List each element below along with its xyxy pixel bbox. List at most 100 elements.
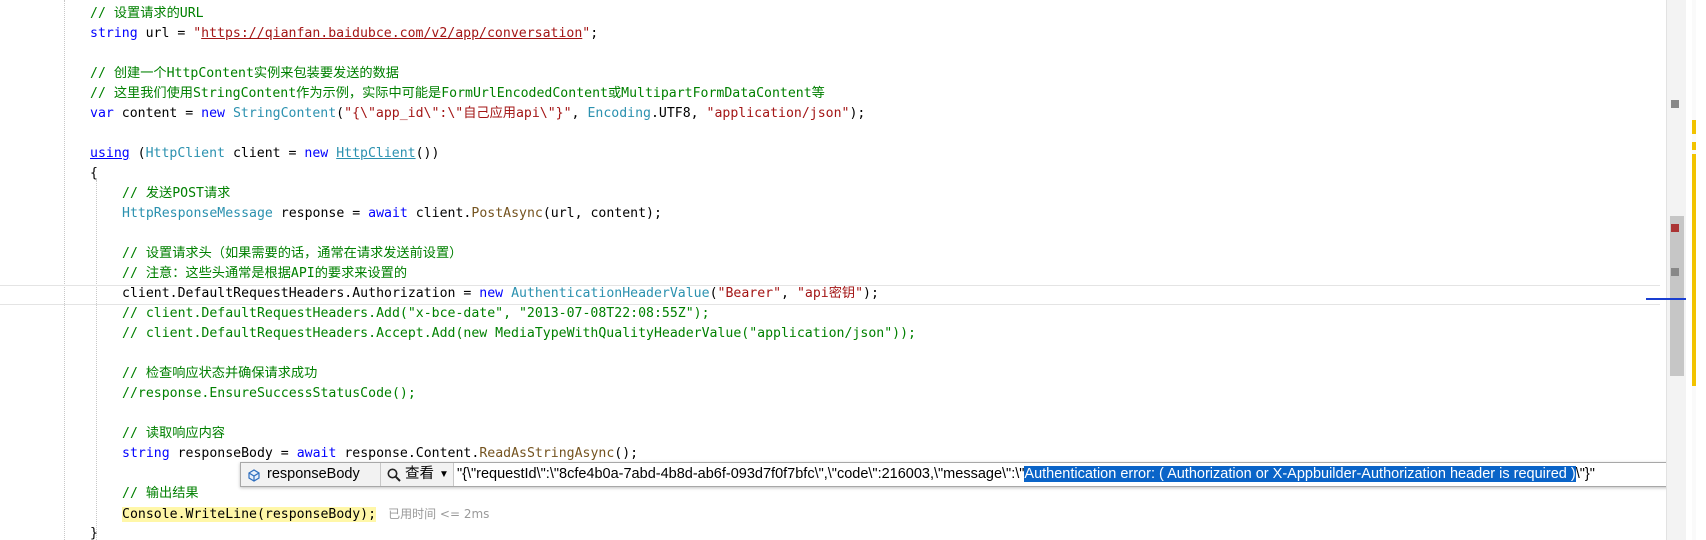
code-text: client.DefaultRequestHeaders.Authorizati… [122,286,480,301]
type-name: Encoding [587,106,651,121]
comment: // client.DefaultRequestHeaders.Accept.A… [122,326,916,341]
selected-text: Authentication error: ( Authorization or… [1024,466,1576,482]
code-text: ()) [415,146,440,161]
keyword: new [304,146,329,161]
code-line[interactable]: HttpResponseMessage response = await cli… [122,204,662,224]
comment: // 注意：这些头通常是根据API的要求来设置的 [122,266,408,281]
code-line[interactable]: using (HttpClient client = new HttpClien… [90,144,439,164]
indent-guide [96,180,97,540]
code-text: ( [709,286,718,301]
code-text: , [571,106,588,121]
code-text: response.Content. [336,446,480,461]
vertical-scrollbar[interactable] [1666,0,1687,540]
code-text: ; [590,26,599,41]
keyword: await [368,206,408,221]
current-statement: Console.WriteLine(responseBody); [122,507,377,522]
string: "api密钥" [796,286,864,301]
keyword: string [122,446,170,461]
code-line[interactable]: client.DefaultRequestHeaders.Authorizati… [122,284,879,304]
type-name: HttpResponseMessage [122,206,273,221]
code-line[interactable]: // 检查响应状态并确保请求成功 [122,364,317,384]
code-line-current-statement[interactable]: Console.WriteLine(responseBody); 已用时间 <= … [122,504,489,524]
code-line[interactable]: // 创建一个HttpContent实例来包装要发送的数据 [90,64,399,84]
string: "application/json" [706,106,850,121]
url-link[interactable]: https://qianfan.baidubce.com/v2/app/conv… [201,26,582,41]
value-text: \"}" [1575,466,1595,482]
keyword: string [90,26,138,41]
overview-margin[interactable] [1646,0,1706,540]
change-marker [1692,120,1696,134]
comment: // 发送POST请求 [122,186,231,201]
datatip[interactable]: responseBody 查看 ▼ "{\"requestId\":\"8cfe… [240,462,1666,487]
visualizer-label: 查看 [405,466,434,482]
code-text: (url, content); [542,206,662,221]
code-line[interactable]: // 读取响应内容 [122,424,225,444]
scrollbar-thumb[interactable] [1670,216,1684,376]
caret-position-marker [1646,298,1686,300]
comment: // 检查响应状态并确保请求成功 [122,366,318,381]
string: "Bearer" [717,286,782,301]
string: "{\"app_id\":\"自己应用api\"}" [344,106,572,121]
code-text: .UTF8, [650,106,707,121]
code-text: ( [336,106,345,121]
comment: //response.EnsureSuccessStatusCode(); [122,386,416,401]
comment: // 读取响应内容 [122,426,225,441]
code-line[interactable]: // client.DefaultRequestHeaders.Accept.A… [122,324,916,344]
brace: } [90,526,98,540]
code-line[interactable]: string url = "https://qianfan.baidubce.c… [90,24,598,44]
comment: // 输出结果 [122,486,199,501]
change-marker [1692,154,1696,386]
keyword: await [296,446,337,461]
code-line[interactable]: // 设置请求头（如果需要的话，通常在请求发送前设置） [122,244,462,264]
magnifier-icon [386,467,402,491]
chevron-down-icon[interactable]: ▼ [439,463,449,486]
perf-tip: 已用时间 <= 2ms [388,507,490,521]
datatip-value[interactable]: "{\"requestId\":\"8cfe4b0a-7abd-4b8d-ab6… [457,463,1595,486]
code-line[interactable]: // 设置请求的URL [90,4,204,24]
code-text: client. [407,206,472,221]
code-text: content = [113,106,202,121]
datatip-variable-name: responseBody [267,466,360,482]
code-line[interactable]: // 这里我们使用StringContent作为示例，实际中可能是FormUrl… [90,84,825,104]
scroll-marker [1671,224,1679,232]
code-line[interactable]: // 输出结果 [122,484,199,504]
comment: // 这里我们使用StringContent作为示例，实际中可能是FormUrl… [90,86,825,101]
code-line[interactable]: // 发送POST请求 [122,184,230,204]
string: " [193,26,202,41]
visualizer-button[interactable]: 查看 ▼ [381,463,454,486]
code-text: ); [849,106,866,121]
keyword: var [90,106,114,121]
value-text: "{\"requestId\":\"8cfe4b0a-7abd-4b8d-ab6… [457,466,1025,482]
variable-icon [246,467,262,491]
brace: { [90,166,98,181]
keyword: new [201,106,225,121]
code-line[interactable]: var content = new StringContent("{\"app_… [90,104,865,124]
code-line[interactable]: // 注意：这些头通常是根据API的要求来设置的 [122,264,407,284]
code-text: url = [137,26,194,41]
code-text: response = [272,206,369,221]
scroll-marker [1671,100,1679,108]
code-text: (); [614,446,639,461]
code-line[interactable]: //response.EnsureSuccessStatusCode(); [122,384,416,404]
code-text: responseBody = [169,446,297,461]
comment: // 设置请求的URL [90,6,204,21]
code-text: client = [225,146,305,161]
code-line[interactable]: // client.DefaultRequestHeaders.Add("x-b… [122,304,710,324]
code-line[interactable]: { [90,164,98,184]
code-text: ( [129,146,146,161]
code-line[interactable]: } [90,524,98,540]
indent-guide [64,0,65,540]
datatip-name[interactable]: responseBody [241,463,381,486]
method-name: PostAsync [471,206,543,221]
scroll-marker [1671,268,1679,276]
type-name: AuthenticationHeaderValue [511,286,710,301]
code-editor[interactable]: // 设置请求的URL string url = "https://qianfa… [0,0,1666,540]
code-text: , [781,286,797,301]
type-name: HttpClient [145,146,225,161]
method-name: ReadAsStringAsync [479,446,615,461]
type-name: StringContent [232,106,337,121]
code-text: ); [863,286,879,301]
type-name: HttpClient [336,146,416,161]
code-line[interactable]: string responseBody = await response.Con… [122,444,638,464]
comment: // client.DefaultRequestHeaders.Add("x-b… [122,306,710,321]
